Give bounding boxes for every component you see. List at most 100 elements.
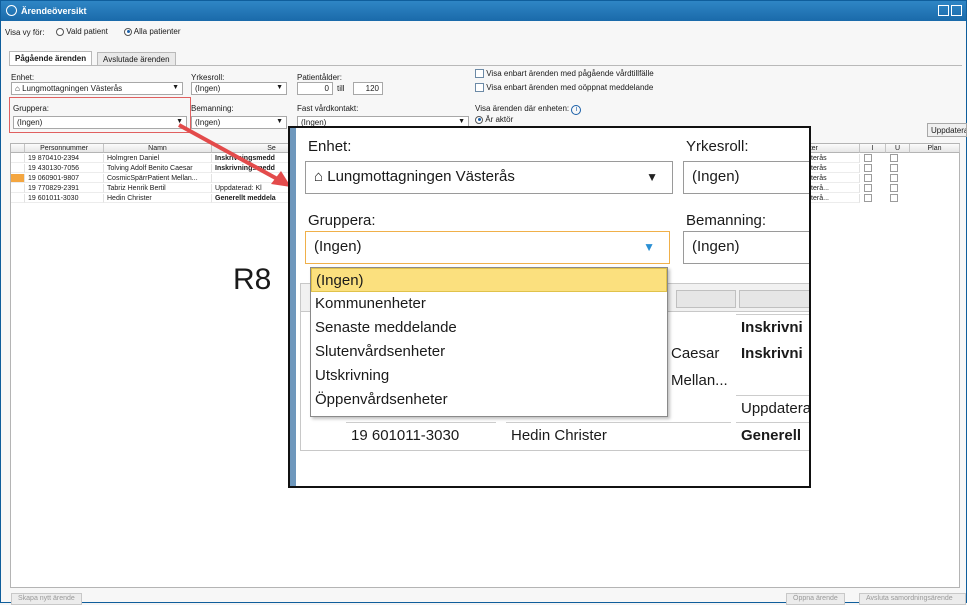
- zoom-header-cell: [739, 290, 809, 308]
- open-case-button[interactable]: Öppna ärende: [786, 593, 845, 605]
- dropdown-option[interactable]: Utskrivning: [311, 364, 667, 388]
- zoom-group-label: Gruppera:: [308, 212, 376, 229]
- age-to-input[interactable]: 120: [353, 82, 383, 95]
- window-title: Ärendeöversikt: [21, 6, 87, 16]
- zoom-cell-status: Inskrivni: [736, 314, 809, 340]
- row-checkbox[interactable]: [890, 174, 898, 182]
- grid-header-u[interactable]: U: [886, 144, 910, 153]
- contact-label: Fast vårdkontakt:: [297, 104, 359, 113]
- row-checkbox[interactable]: [890, 164, 898, 172]
- unit-label: Enhet:: [11, 73, 35, 82]
- cell-pnr[interactable]: 19 060901-9807: [25, 174, 104, 183]
- chevron-down-icon: ▼: [646, 170, 658, 184]
- row-checkbox[interactable]: [890, 194, 898, 202]
- row-marker-cell[interactable]: [11, 194, 25, 203]
- row-marker-cell[interactable]: [11, 164, 25, 173]
- cell-name[interactable]: Hedin Christer: [104, 194, 212, 203]
- zoom-unit-select[interactable]: ⌂ Lungmottagningen Västerås ▼: [305, 161, 673, 194]
- zoom-cell-name: Mellan...: [671, 372, 728, 389]
- dropdown-option[interactable]: Öppenvårdsenheter: [311, 388, 667, 412]
- cell-pnr[interactable]: 19 870410-2394: [25, 154, 104, 163]
- title-bar: Ärendeöversikt: [1, 1, 966, 21]
- radio-is-actor[interactable]: Är aktör: [475, 115, 513, 124]
- role-select[interactable]: (Ingen) ▼: [191, 82, 287, 95]
- row-checkbox[interactable]: [890, 154, 898, 162]
- zoom-cell-status: Generell: [736, 422, 809, 448]
- dropdown-option[interactable]: (Ingen): [311, 268, 667, 292]
- tab-closed[interactable]: Avslutade ärenden: [97, 52, 176, 66]
- zoom-callout: Enhet: ⌂ Lungmottagningen Västerås ▼ Yrke…: [288, 126, 811, 488]
- checkbox-icon: [475, 69, 484, 79]
- group-dropdown-list: (Ingen) Kommunenheter Senaste meddelande…: [310, 267, 668, 417]
- zoom-group-value: (Ingen): [314, 238, 362, 255]
- checkbox-icon: [475, 83, 484, 93]
- zoom-staffing-select[interactable]: (Ingen): [683, 231, 809, 264]
- row-checkbox[interactable]: [864, 154, 872, 162]
- grid-header-marker: [11, 144, 25, 153]
- radio-label: Vald patient: [66, 27, 108, 36]
- radio-label: Är aktör: [485, 115, 514, 124]
- zoom-cell-name: Caesar: [671, 345, 720, 362]
- zoom-cell-name: [666, 314, 736, 340]
- annotation-label: R8: [233, 263, 272, 296]
- zoom-unit-label: Enhet:: [308, 138, 352, 155]
- maximize-button[interactable]: [951, 5, 962, 16]
- dropdown-option[interactable]: Slutenvårdsenheter: [311, 340, 667, 364]
- zoom-group-select[interactable]: (Ingen) ▼: [305, 231, 670, 264]
- zoom-cell-status: Inskrivni: [741, 345, 803, 362]
- minimize-button[interactable]: [938, 5, 949, 16]
- close-case-button[interactable]: Avsluta samordningsärende: [859, 593, 966, 605]
- zoom-role-label: Yrkesroll:: [686, 138, 749, 155]
- home-icon: ⌂: [314, 168, 324, 185]
- view-for-label: Visa vy för:: [5, 28, 45, 37]
- show-where-label: Visa ärenden där enheten: i: [475, 104, 582, 115]
- zoom-header-cell: [676, 290, 736, 308]
- radio-all-patients[interactable]: Alla patienter: [124, 27, 180, 36]
- info-icon[interactable]: i: [571, 105, 582, 115]
- dropdown-option[interactable]: Senaste meddelande: [311, 316, 667, 340]
- radio-icon: [56, 27, 64, 36]
- new-case-button[interactable]: Skapa nytt ärende: [11, 593, 82, 605]
- staffing-label: Bemanning:: [191, 104, 234, 113]
- cell-pnr[interactable]: 19 601011-3030: [25, 194, 104, 203]
- zoom-cell-name: Hedin Christer: [506, 422, 731, 448]
- tab-ongoing[interactable]: Pågående ärenden: [9, 51, 93, 66]
- row-marker-cell[interactable]: [11, 184, 25, 193]
- zoom-unit-value: Lungmottagningen Västerås: [327, 168, 515, 185]
- chevron-down-icon: ▼: [643, 240, 655, 254]
- unopened-message-checkbox[interactable]: Visa enbart ärenden med oöppnat meddelan…: [475, 83, 654, 93]
- dropdown-option[interactable]: Kommunenheter: [311, 292, 667, 316]
- row-marker-cell[interactable]: [11, 174, 25, 183]
- tab-divider: [9, 65, 962, 66]
- row-marker-cell[interactable]: [11, 154, 25, 163]
- cell-pnr[interactable]: 19 770829-2391: [25, 184, 104, 193]
- show-where-text: Visa ärenden där enheten:: [475, 104, 570, 113]
- grid-header-plan[interactable]: Plan: [910, 144, 960, 153]
- age-to-label: till: [337, 84, 345, 93]
- grid-header-pnr[interactable]: Personnummer: [25, 144, 104, 153]
- update-button[interactable]: Uppdatera: [927, 123, 967, 137]
- group-select[interactable]: (Ingen) ▼: [13, 116, 187, 129]
- radio-icon: [475, 115, 483, 124]
- radio-selected-patient[interactable]: Vald patient: [56, 27, 108, 36]
- row-checkbox[interactable]: [864, 164, 872, 172]
- age-from-input[interactable]: 0: [297, 82, 333, 95]
- cell-pnr[interactable]: 19 430130-7056: [25, 164, 104, 173]
- chevron-down-icon: ▼: [458, 118, 465, 125]
- zoom-role-select[interactable]: (Ingen): [683, 161, 809, 194]
- unit-select[interactable]: ⌂ Lungmottagningen Västerås ▼: [11, 82, 183, 95]
- checkbox-label: Visa enbart ärenden med oöppnat meddelan…: [486, 83, 654, 92]
- age-label: Patientålder:: [297, 73, 342, 82]
- row-checkbox[interactable]: [864, 174, 872, 182]
- unit-value: Lungmottagningen Västerås: [22, 84, 123, 93]
- row-checkbox[interactable]: [864, 184, 872, 192]
- zoom-staffing-label: Bemanning:: [686, 212, 767, 229]
- chevron-down-icon: ▼: [172, 84, 179, 91]
- ongoing-care-checkbox[interactable]: Visa enbart ärenden med pågående vårdtil…: [475, 69, 654, 79]
- grid-header-i[interactable]: I: [860, 144, 886, 153]
- zoom-side-strip: [290, 128, 296, 486]
- role-value: (Ingen): [195, 84, 221, 93]
- row-checkbox[interactable]: [864, 194, 872, 202]
- annotation-arrow-icon: [178, 123, 291, 187]
- row-checkbox[interactable]: [890, 184, 898, 192]
